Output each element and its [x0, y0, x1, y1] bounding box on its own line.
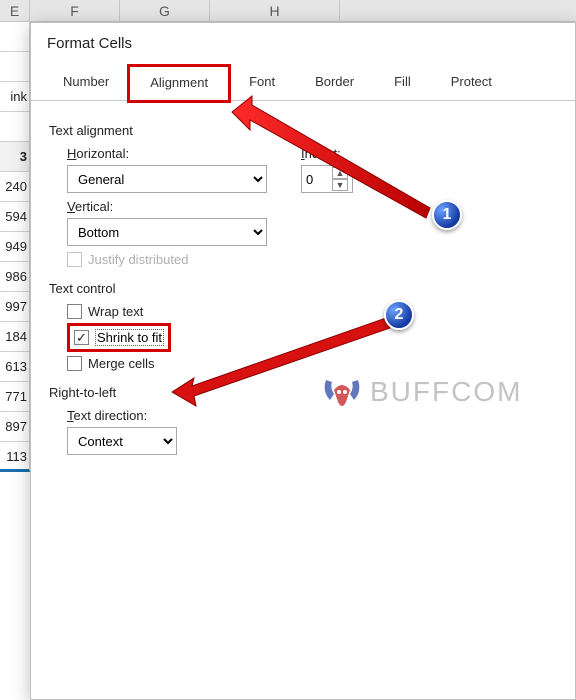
format-cells-dialog: Format Cells Number Alignment Font Borde… [30, 22, 576, 700]
dialog-tabs: Number Alignment Font Border Fill Protec… [31, 66, 575, 101]
merge-cells-row[interactable]: Merge cells [67, 356, 557, 371]
indent-label: Indent: [301, 146, 353, 161]
shrink-to-fit-checkbox[interactable] [74, 330, 89, 345]
sheet-cell[interactable]: 240 [0, 172, 30, 202]
vertical-label: Vertical: [67, 199, 557, 214]
tab-number[interactable]: Number [43, 66, 129, 100]
col-header-h[interactable]: H [210, 0, 340, 21]
justify-distributed-checkbox [67, 252, 82, 267]
sheet-visible-strip: . . ink . 3 240 594 949 986 997 184 613 … [0, 22, 30, 692]
indent-input[interactable] [302, 167, 332, 191]
sheet-cell[interactable]: 949 [0, 232, 30, 262]
text-alignment-section: Text alignment [49, 123, 557, 138]
dialog-title: Format Cells [31, 23, 575, 66]
tab-border[interactable]: Border [295, 66, 374, 100]
horizontal-label: HHorizontal:orizontal: [67, 146, 267, 161]
column-headers: E F G H [0, 0, 576, 22]
indent-down-icon[interactable]: ▼ [332, 179, 348, 191]
col-header-g[interactable]: G [120, 0, 210, 21]
sheet-cell[interactable]: 997 [0, 292, 30, 322]
sheet-cell[interactable]: 613 [0, 352, 30, 382]
tab-alignment[interactable]: Alignment [129, 66, 229, 101]
wrap-text-row[interactable]: Wrap text [67, 304, 557, 319]
tab-font[interactable]: Font [229, 66, 295, 100]
sheet-cell[interactable]: 897 [0, 412, 30, 442]
col-header-e[interactable]: E [0, 0, 30, 21]
justify-distributed-row: Justify distributed [67, 252, 557, 267]
sheet-cell[interactable]: . [0, 112, 30, 142]
shrink-to-fit-label: Shrink to fit [95, 329, 164, 346]
tab-fill[interactable]: Fill [374, 66, 431, 100]
text-direction-select[interactable]: Context [67, 427, 177, 455]
sheet-cell[interactable]: . [0, 22, 30, 52]
vertical-select[interactable]: Bottom [67, 218, 267, 246]
shrink-to-fit-highlight: Shrink to fit [67, 323, 171, 352]
sheet-cell[interactable]: 184 [0, 322, 30, 352]
sheet-cell[interactable]: 113 [0, 442, 30, 472]
indent-spinner[interactable]: ▲ ▼ [301, 165, 353, 193]
text-control-section: Text control [49, 281, 557, 296]
sheet-cell[interactable]: 771 [0, 382, 30, 412]
sheet-header-cell[interactable]: 3 [0, 142, 30, 172]
sheet-cell[interactable]: . [0, 52, 30, 82]
sheet-cell[interactable]: 594 [0, 202, 30, 232]
merge-cells-checkbox[interactable] [67, 356, 82, 371]
justify-distributed-label: Justify distributed [88, 252, 188, 267]
merge-cells-label: Merge cells [88, 356, 154, 371]
wrap-text-label: Wrap text [88, 304, 143, 319]
col-header-f[interactable]: F [30, 0, 120, 21]
sheet-cell[interactable]: 986 [0, 262, 30, 292]
horizontal-select[interactable]: General [67, 165, 267, 193]
text-direction-label: Text direction: [67, 408, 557, 423]
tab-protection[interactable]: Protect [431, 66, 512, 100]
sheet-cell-label[interactable]: ink [0, 82, 30, 112]
rtl-section: Right-to-left [49, 385, 557, 400]
indent-up-icon[interactable]: ▲ [332, 167, 348, 179]
wrap-text-checkbox[interactable] [67, 304, 82, 319]
